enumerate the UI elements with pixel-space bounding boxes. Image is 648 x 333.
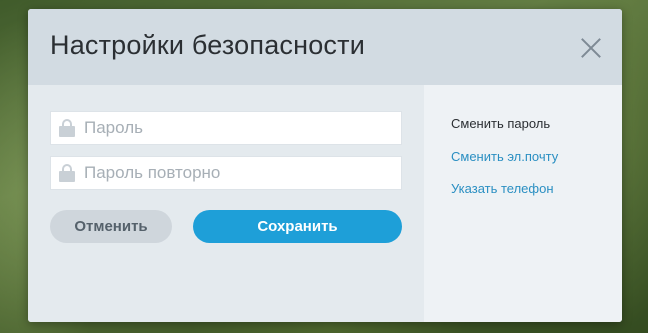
password-repeat-field[interactable] xyxy=(50,156,402,190)
lock-icon xyxy=(59,119,75,137)
password-field[interactable] xyxy=(50,111,402,145)
settings-sidebar: Сменить пароль Сменить эл.почту Указать … xyxy=(424,85,622,322)
lock-icon xyxy=(59,164,75,182)
dialog-title: Настройки безопасности xyxy=(50,30,365,60)
save-button[interactable]: Сохранить xyxy=(193,210,402,243)
sidebar-item-set-phone[interactable]: Указать телефон xyxy=(451,181,554,196)
password-form: Отменить Сохранить xyxy=(28,85,424,322)
sidebar-item-change-password[interactable]: Сменить пароль xyxy=(451,116,550,131)
sidebar-item-change-email[interactable]: Сменить эл.почту xyxy=(451,149,558,164)
close-icon[interactable] xyxy=(580,37,602,59)
dialog-body: Отменить Сохранить Сменить пароль Сменит… xyxy=(28,85,622,322)
password-repeat-input[interactable] xyxy=(84,158,394,188)
cancel-button[interactable]: Отменить xyxy=(50,210,172,243)
security-settings-dialog: Настройки безопасности Отменить Сохранит… xyxy=(28,9,622,322)
dialog-header: Настройки безопасности xyxy=(28,9,622,85)
password-input[interactable] xyxy=(84,113,394,143)
